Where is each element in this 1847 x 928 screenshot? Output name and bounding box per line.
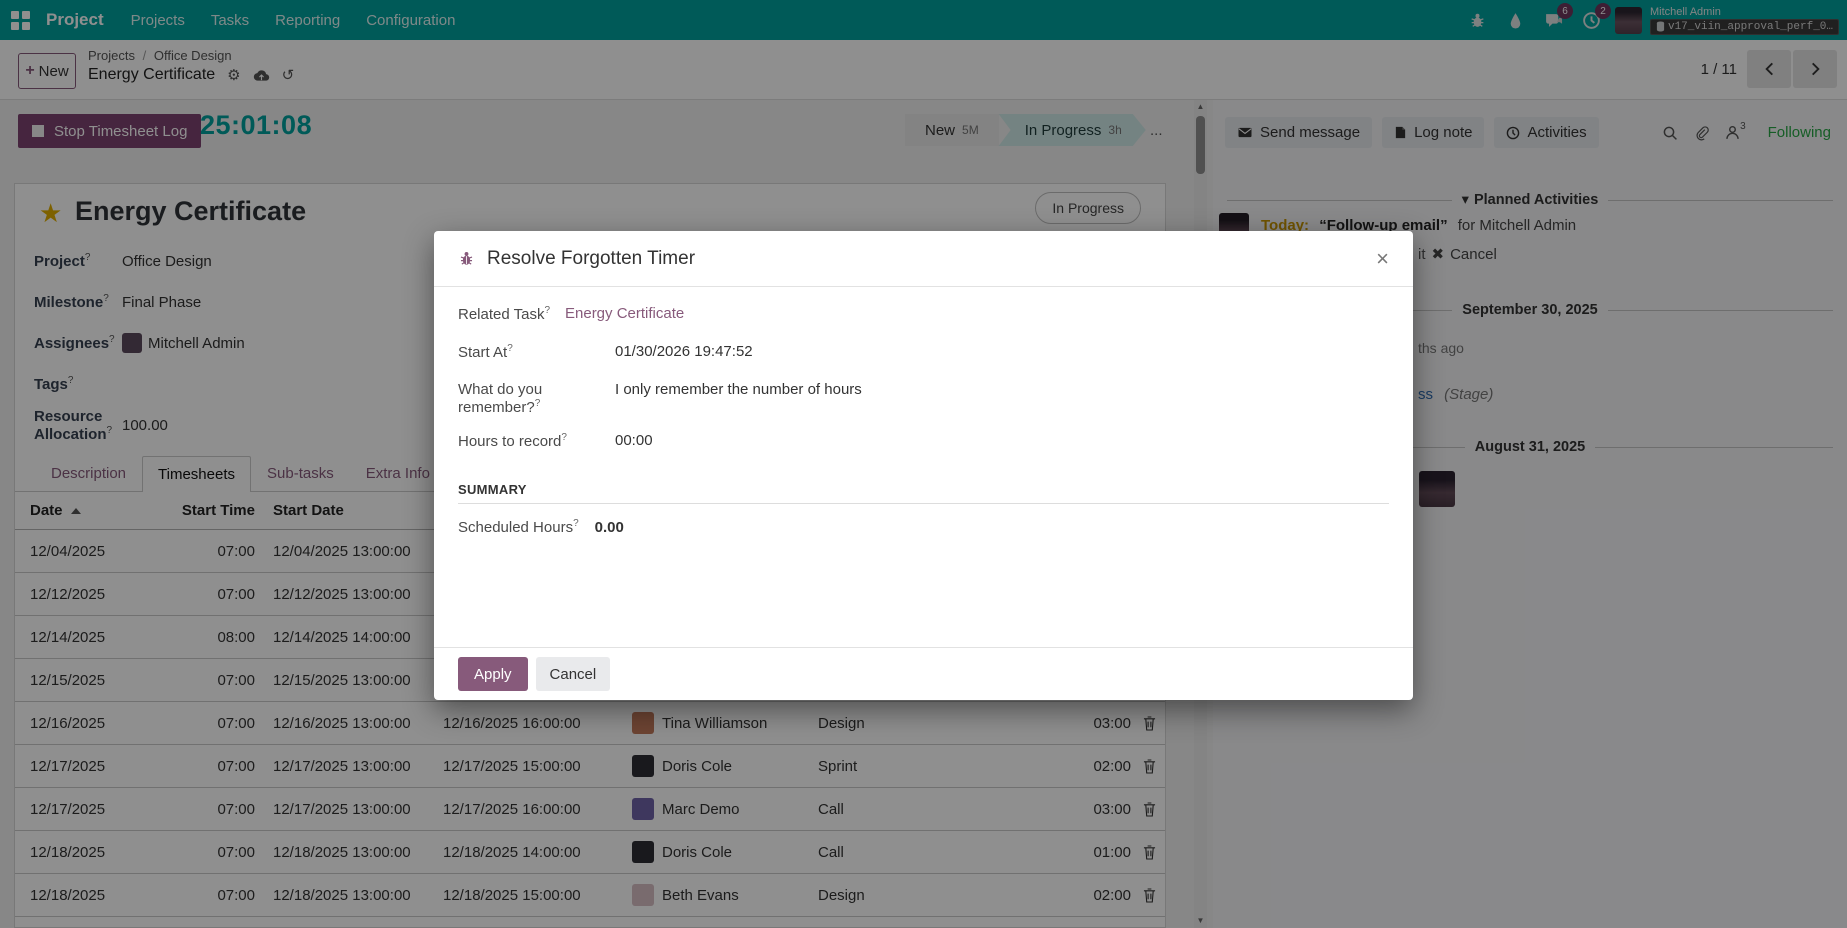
apply-button[interactable]: Apply xyxy=(458,657,528,691)
hours-to-record-label: Hours to record? xyxy=(458,432,615,450)
resolve-forgotten-timer-modal: Resolve Forgotten Timer × Related Task? … xyxy=(434,231,1413,700)
modal-title: Resolve Forgotten Timer xyxy=(487,248,695,270)
remember-row: What do you remember?? I only remember t… xyxy=(458,381,1389,416)
hours-to-record-row: Hours to record? 00:00 xyxy=(458,432,1389,450)
start-at-row: Start At? 01/30/2026 19:47:52 xyxy=(458,343,1389,361)
related-task-link[interactable]: Energy Certificate xyxy=(565,305,684,323)
start-at-value[interactable]: 01/30/2026 19:47:52 xyxy=(615,343,753,361)
cancel-button[interactable]: Cancel xyxy=(536,657,611,691)
summary-heading: SUMMARY xyxy=(458,482,1389,504)
hours-to-record-input[interactable]: 00:00 xyxy=(615,432,653,450)
related-task-label: Related Task? xyxy=(458,305,565,323)
scheduled-hours-label: Scheduled Hours? xyxy=(458,518,579,536)
modal-footer: Apply Cancel xyxy=(434,647,1413,700)
modal-header: Resolve Forgotten Timer × xyxy=(434,231,1413,287)
related-task-row: Related Task? Energy Certificate xyxy=(458,305,1389,323)
remember-label: What do you remember?? xyxy=(458,381,615,416)
remember-value[interactable]: I only remember the number of hours xyxy=(615,381,862,416)
modal-body: Related Task? Energy Certificate Start A… xyxy=(434,287,1413,536)
start-at-label: Start At? xyxy=(458,343,615,361)
close-icon[interactable]: × xyxy=(1376,248,1389,270)
bug-icon xyxy=(458,250,475,267)
scheduled-hours-value: 0.00 xyxy=(595,519,624,536)
scheduled-hours-row: Scheduled Hours? 0.00 xyxy=(458,518,1389,536)
